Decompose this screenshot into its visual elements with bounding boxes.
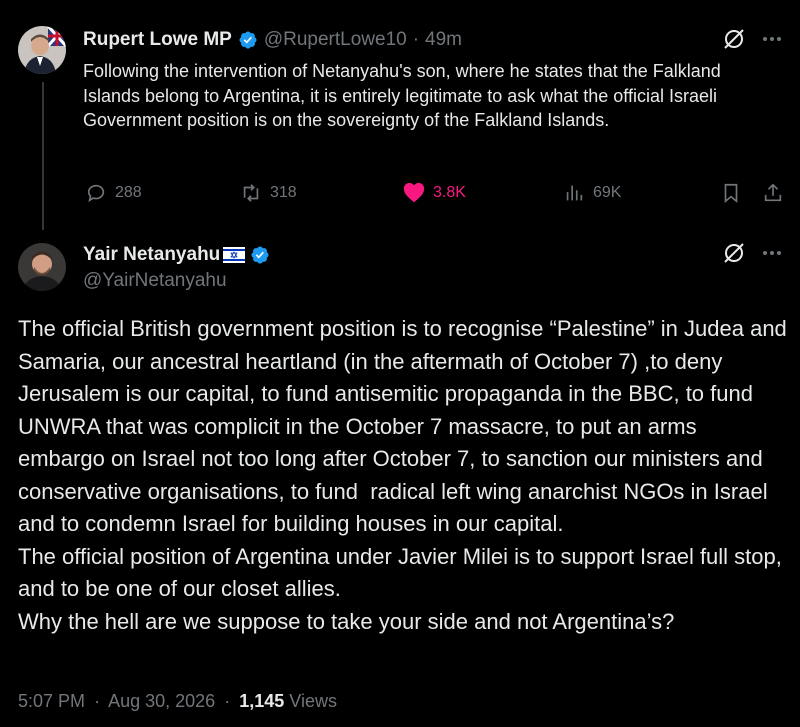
post-date[interactable]: Aug 30, 2026 — [108, 691, 215, 711]
timestamp[interactable]: 49m — [425, 29, 462, 51]
reply-icon — [87, 184, 105, 203]
views-button[interactable]: 69K — [563, 182, 621, 204]
like-button[interactable]: 3.8K — [403, 182, 466, 204]
views-label: Views — [289, 691, 337, 711]
share-icon — [764, 183, 782, 202]
more-options-icon[interactable] — [760, 27, 784, 56]
separator-dot: · — [412, 29, 420, 50]
like-count: 3.8K — [433, 184, 466, 201]
meta-dot: · — [224, 691, 231, 711]
more-options-icon[interactable] — [760, 241, 784, 270]
reply-count: 288 — [115, 184, 142, 201]
grok-icon[interactable] — [722, 27, 746, 56]
tweet2-body: The official British government position… — [18, 316, 787, 634]
verified-badge-icon — [239, 31, 257, 49]
tweet1-body: Following the intervention of Netanyahu'… — [83, 61, 721, 130]
avatar-yair-netanyahu[interactable] — [18, 243, 66, 291]
verified-badge-icon — [251, 246, 269, 264]
author-name[interactable]: Rupert Lowe MP — [83, 29, 232, 51]
israel-flag-icon — [223, 247, 246, 263]
share-button[interactable] — [762, 182, 784, 204]
views-count: 69K — [593, 184, 622, 201]
avatar-rupert-lowe[interactable] — [18, 26, 66, 74]
reply-button[interactable]: 288 — [85, 182, 142, 204]
tweet2-header: Yair Netanyahu — [83, 244, 270, 266]
author-handle[interactable]: @RupertLowe10 — [264, 29, 407, 51]
bookmark-icon — [724, 183, 738, 204]
meta-dot: · — [94, 691, 101, 711]
repost-button[interactable]: 318 — [240, 182, 297, 204]
views-count: 1,145 — [239, 691, 285, 711]
views-chart-icon — [566, 185, 583, 201]
heart-icon — [403, 182, 425, 203]
bookmark-button[interactable] — [720, 182, 742, 204]
tweet1-actions: 288 318 3.8K 69K — [0, 178, 800, 208]
tweet1-header: Rupert Lowe MP @RupertLowe10 · 49m — [83, 29, 462, 51]
tweet2-meta: 5:07 PM · Aug 30, 2026 · 1,145 Views — [18, 691, 337, 712]
post-time[interactable]: 5:07 PM — [18, 691, 85, 711]
repost-icon — [243, 184, 259, 202]
author-handle[interactable]: @YairNetanyahu — [83, 270, 227, 292]
grok-icon[interactable] — [722, 241, 746, 270]
repost-count: 318 — [270, 184, 297, 201]
author-name[interactable]: Yair Netanyahu — [83, 244, 220, 266]
